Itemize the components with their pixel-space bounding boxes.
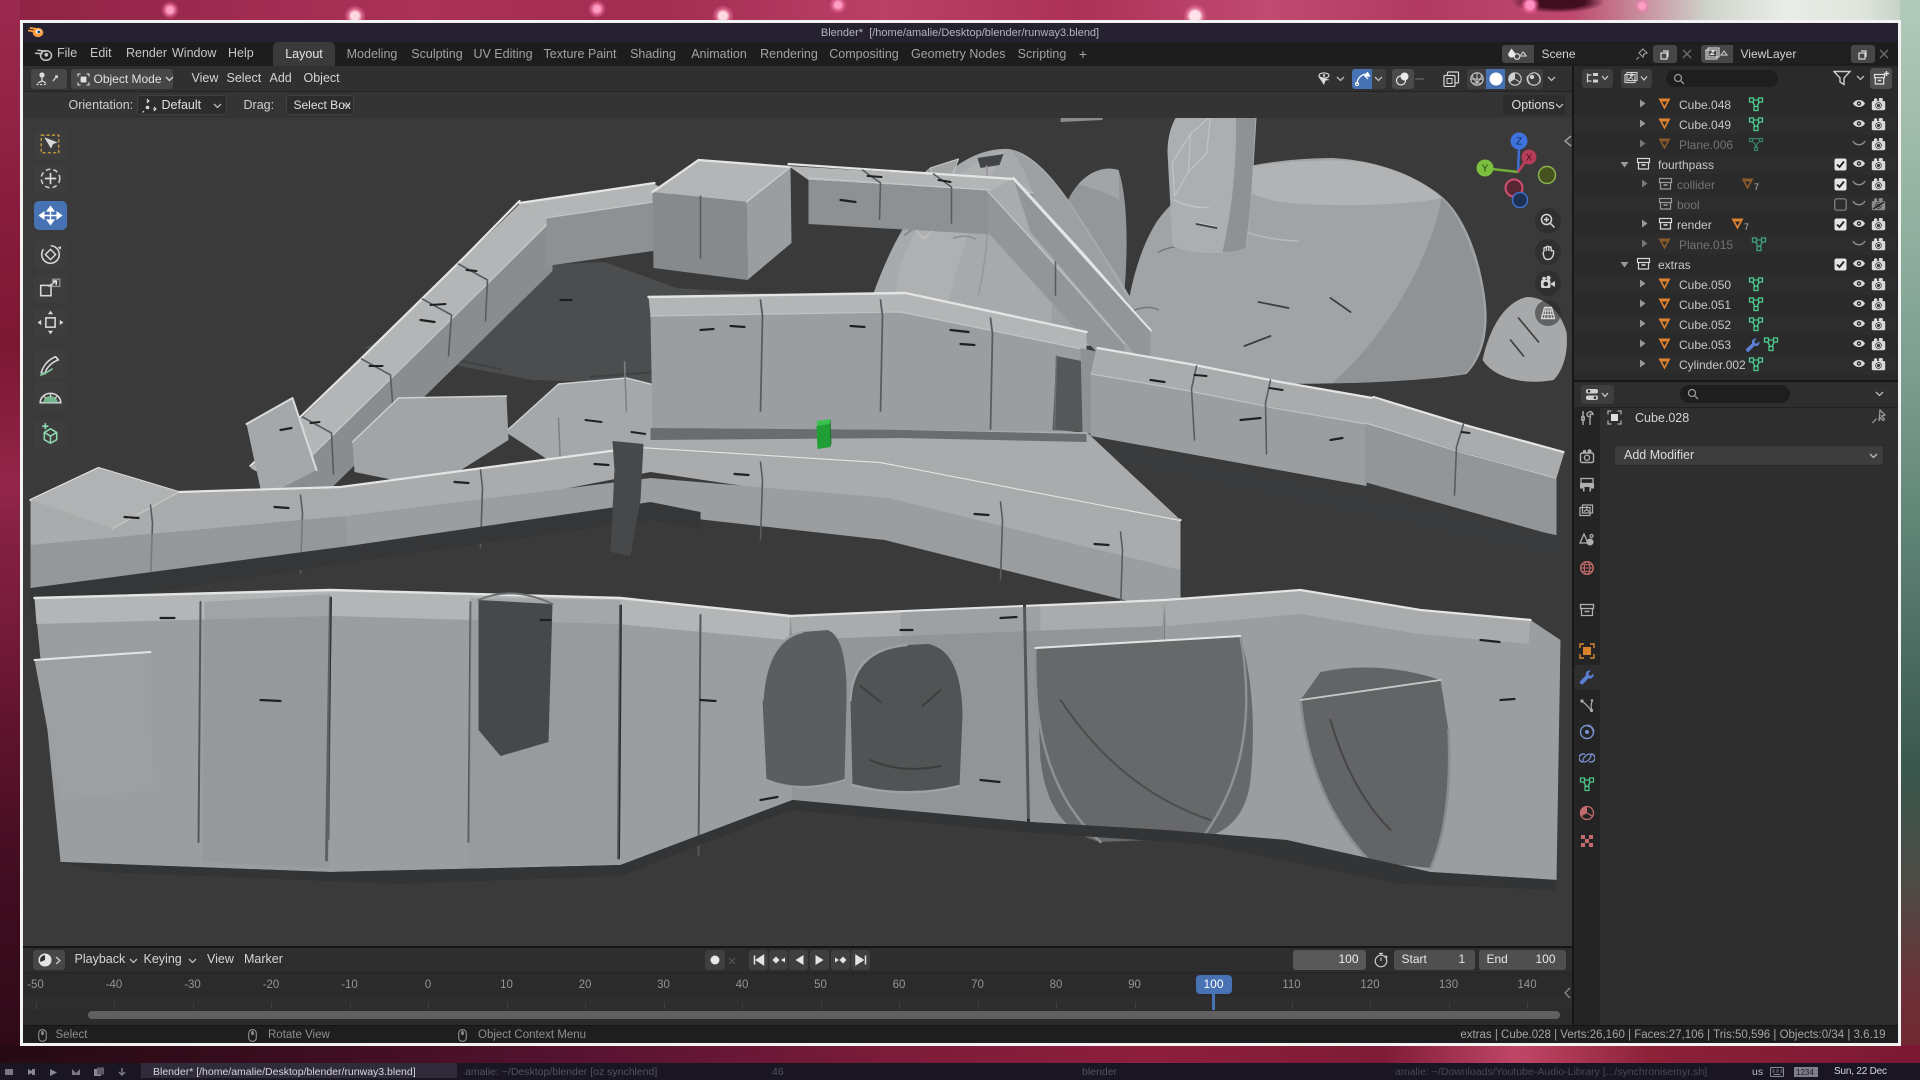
svg-text:X: X (1525, 153, 1531, 163)
svg-text:Y: Y (1481, 164, 1488, 175)
svg-text:Z: Z (1515, 137, 1521, 148)
